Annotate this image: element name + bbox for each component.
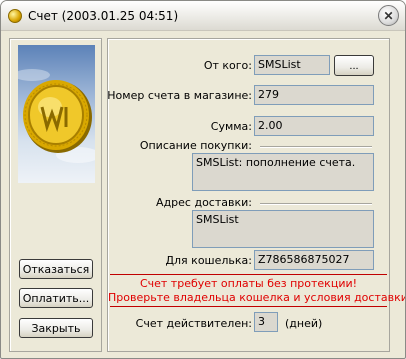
close-button[interactable]: Закрыть <box>19 318 93 338</box>
address-separator <box>260 203 372 205</box>
title-bar[interactable]: Счет (2003.01.25 04:51) ✕ <box>1 1 405 31</box>
warning-bottom-line <box>110 306 387 307</box>
description-label: Описание покупки: <box>139 139 252 152</box>
address-label: Адрес доставки: <box>156 196 252 209</box>
left-panel: Отказаться Оплатить... Закрыть <box>9 38 102 352</box>
sum-label: Сумма: <box>210 120 252 133</box>
close-window-button[interactable]: ✕ <box>378 5 399 26</box>
from-label: От кого: <box>203 59 252 72</box>
sum-field[interactable]: 2.00 <box>254 116 374 136</box>
description-field[interactable]: SMSList: пополнение счета. <box>192 153 374 191</box>
valid-days-field[interactable]: 3 <box>254 312 278 332</box>
from-browse-button[interactable]: ... <box>334 55 374 76</box>
invoice-window: Счет (2003.01.25 04:51) ✕ Отказаться Опл… <box>0 0 406 359</box>
refuse-button[interactable]: Отказаться <box>19 259 93 279</box>
description-separator <box>260 146 372 148</box>
window-title: Счет (2003.01.25 04:51) <box>28 9 179 23</box>
close-icon: ✕ <box>383 8 394 23</box>
order-number-label: Номер счета в магазине: <box>107 89 252 102</box>
gold-coin-image <box>18 45 95 183</box>
invoice-form-panel: От кого: SMSList ... Номер счета в магаз… <box>107 38 406 352</box>
valid-days-unit: (дней) <box>285 317 323 330</box>
warning-top-line <box>110 274 387 275</box>
wallet-label: Для кошелька: <box>165 254 252 267</box>
wallet-field[interactable]: Z786586875027 <box>254 250 374 270</box>
warning-line-1: Счет требует оплаты без протекции! <box>139 277 358 290</box>
pay-button[interactable]: Оплатить... <box>19 288 93 308</box>
address-field[interactable]: SMSList <box>192 210 374 248</box>
from-field[interactable]: SMSList <box>254 55 330 75</box>
coin-app-icon <box>8 9 22 23</box>
gold-coin-icon <box>18 69 95 163</box>
order-number-field[interactable]: 279 <box>254 85 374 105</box>
valid-days-label: Счет действителен: <box>135 317 252 330</box>
warning-line-2: Проверьте владельца кошелка и условия до… <box>108 291 406 304</box>
